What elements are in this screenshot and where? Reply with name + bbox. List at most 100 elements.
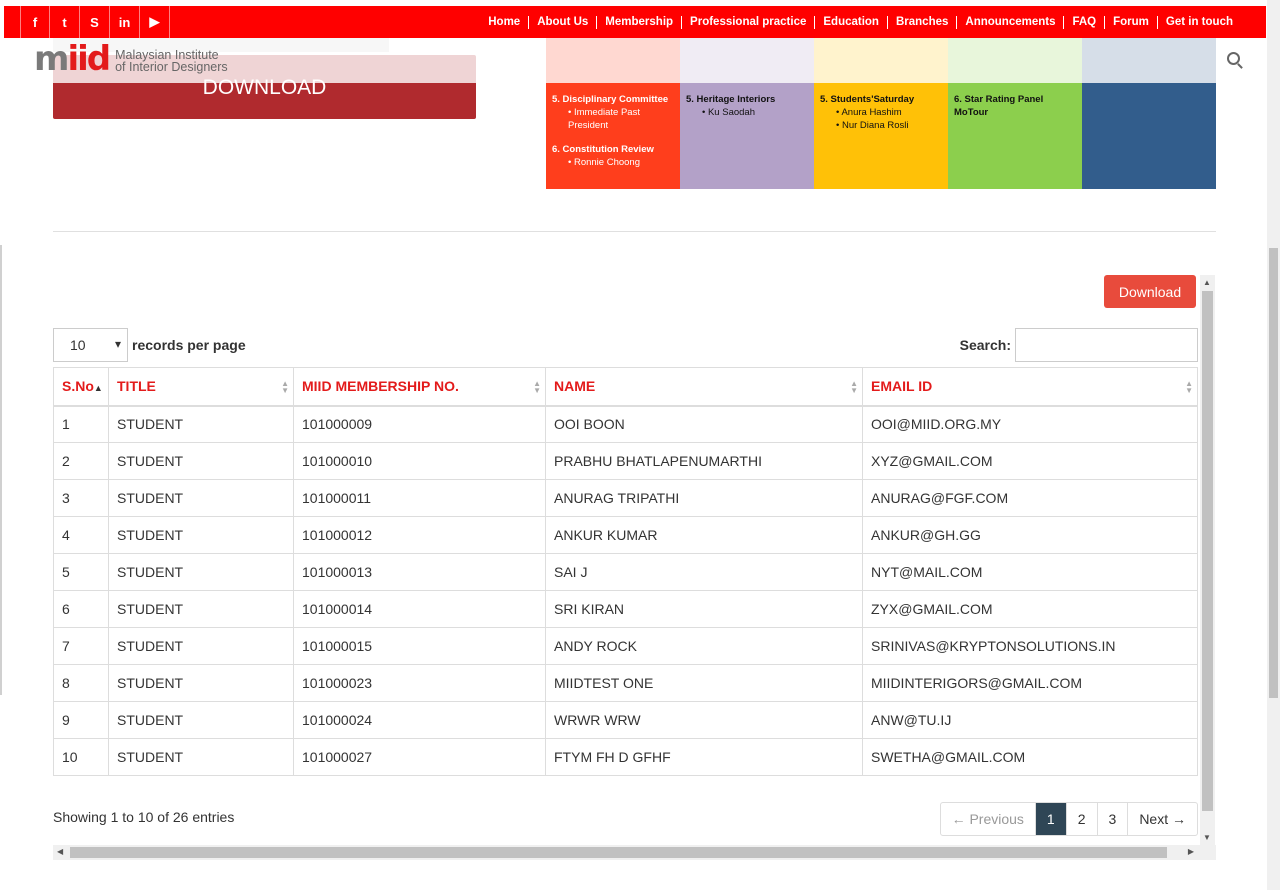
committee-heading: 5. Heritage Interiors [686,94,776,105]
section-divider [53,231,1216,232]
table-cell: 2 [53,442,109,480]
table-cell: 4 [53,516,109,554]
committee-heading: 6. Star Rating Panel MoTour [954,94,1044,118]
table-cell: ANKUR KUMAR [545,516,863,554]
facebook-icon[interactable]: f [20,6,50,38]
table-cell: 101000027 [293,738,546,776]
table-cell: 10 [53,738,109,776]
committee-heading: 6. Constitution Review [552,144,654,155]
page-edge [0,245,2,695]
page-button-1[interactable]: 1 [1034,803,1066,835]
page-button-3[interactable]: 3 [1096,803,1128,835]
records-per-page-label: records per page [132,337,246,353]
previous-page-button[interactable]: ← Previous [941,803,1035,835]
table-row: 6 STUDENT 101000014 SRI KIRAN ZYX@GMAIL.COM [53,590,1198,628]
column-header-name[interactable]: NAME ▲ ▼ [545,367,863,407]
sort-asc-icon: ▲ [93,383,103,394]
committee-heading: 5. Disciplinary Committee [552,94,669,105]
twitter-icon[interactable]: t [50,6,80,38]
search-input[interactable] [1015,328,1198,362]
sort-icon: ▲ ▼ [533,379,541,395]
nav-item-about-us[interactable]: About Us [528,15,596,29]
table-cell: PRABHU BHATLAPENUMARTHI [545,442,863,480]
table-cell: ANURAG@FGF.COM [862,479,1198,517]
nav-item-professional-practice[interactable]: Professional practice [681,15,814,29]
committee-member: Ronnie Choong [552,156,672,169]
logo-mark: miid [34,39,111,79]
site-header: miid Malaysian Institute of Interior Des… [4,38,1266,83]
table-cell: STUDENT [108,701,294,739]
table-row: 4 STUDENT 101000012 ANKUR KUMAR ANKUR@GH.GG [53,516,1198,554]
search-label: Search: [959,337,1011,353]
table-cell: 101000009 [293,405,546,443]
page-button-2[interactable]: 2 [1065,803,1097,835]
table-cell: SWETHA@GMAIL.COM [862,738,1198,776]
nav-item-faq[interactable]: FAQ [1063,15,1104,29]
scroll-down-icon[interactable]: ▼ [1203,833,1211,842]
table-cell: 9 [53,701,109,739]
nav-item-forum[interactable]: Forum [1104,15,1157,29]
next-page-button[interactable]: Next → [1127,803,1197,835]
table-cell: 101000024 [293,701,546,739]
column-header-title[interactable]: TITLE ▲ ▼ [108,367,294,407]
table-cell: STUDENT [108,442,294,480]
table-cell: 3 [53,479,109,517]
top-bar: f t Sin ▶ Home About Us Membership Professiona… [4,6,1266,38]
page-scrollbar-thumb[interactable] [1269,248,1278,698]
table-cell: 1 [53,405,109,443]
table-row: 9 STUDENT 101000024 WRWR WRW ANW@TU.IJ [53,701,1198,739]
sort-icon: ▲ ▼ [850,379,858,395]
nav-item-home[interactable]: Home [480,16,528,29]
download-button[interactable]: Download [1104,275,1196,308]
scrollbar-thumb[interactable] [1202,291,1213,811]
column-header-email[interactable]: EMAIL ID ▲ ▼ [862,367,1198,407]
column-header-membership-no[interactable]: MIID MEMBERSHIP NO. ▲ ▼ [293,367,546,407]
table-row: 3 STUDENT 101000011 ANURAG TRIPATHI ANURAG@F… [53,479,1198,517]
table-cell: 8 [53,664,109,702]
table-row: 1 STUDENT 101000009 OOI BOON OOI@MIID.ORG.MY [53,405,1198,443]
skype-icon[interactable]: S [80,6,110,38]
nav-item-membership[interactable]: Membership [596,15,681,29]
table-vertical-scrollbar[interactable]: ▲ ▼ [1200,275,1215,845]
table-cell: ANKUR@GH.GG [862,516,1198,554]
page-scrollbar[interactable] [1267,0,1280,890]
records-per-page: 10 records per page [53,328,246,362]
nav-item-education[interactable]: Education [814,15,887,29]
social-links: f t Sin ▶ [4,6,170,38]
scroll-right-icon[interactable]: ▶ [1188,847,1194,856]
table-horizontal-scrollbar[interactable]: ◀ ▶ [53,845,1216,860]
table-cell: STUDENT [108,479,294,517]
column-header-sno[interactable]: S.No▲ [53,367,109,407]
site-logo[interactable]: miid Malaysian Institute of Interior Des… [34,39,228,79]
table-cell: 101000010 [293,442,546,480]
table-row: 7 STUDENT 101000015 ANDY ROCK SRINIVAS@KRYPT… [53,627,1198,665]
table-cell: 101000012 [293,516,546,554]
table-cell: NYT@MAIL.COM [862,553,1198,591]
linkedin-icon[interactable]: in [110,6,140,38]
nav-item-announcements[interactable]: Announcements [956,15,1063,29]
members-table: S.No▲ TITLE ▲ ▼ MIID MEMBERSHIP NO. ▲ ▼ NAME… [53,367,1198,776]
table-cell: STUDENT [108,405,294,443]
table-cell: ZYX@GMAIL.COM [862,590,1198,628]
search-icon[interactable] [1227,52,1240,65]
committee-member: Immediate Past President [552,106,672,132]
table-cell: 7 [53,627,109,665]
nav-item-branches[interactable]: Branches [886,15,956,29]
scroll-left-icon[interactable]: ◀ [57,847,63,856]
table-cell: OOI BOON [545,405,863,443]
committee-member: Nur Diana Rosli [820,119,940,132]
table-cell: OOI@MIID.ORG.MY [862,405,1198,443]
table-info: Showing 1 to 10 of 26 entries [53,809,235,825]
table-cell: MIIDINTERIGORS@GMAIL.COM [862,664,1198,702]
table-row: 10 STUDENT 101000027 FTYM FH D GFHF SWETHA@G… [53,738,1198,776]
table-cell: STUDENT [108,590,294,628]
sort-icon: ▲ ▼ [1185,379,1193,395]
records-per-page-select[interactable]: 10 [53,328,128,362]
youtube-icon[interactable]: ▶ [140,6,170,38]
table-row: 8 STUDENT 101000023 MIIDTEST ONE MIIDINTERIG… [53,664,1198,702]
table-cell: STUDENT [108,516,294,554]
scroll-up-icon[interactable]: ▲ [1203,278,1211,287]
scrollbar-thumb[interactable] [70,847,1167,858]
nav-item-get-in-touch[interactable]: Get in touch [1156,15,1241,29]
logo-text: Malaysian Institute of Interior Designer… [115,49,228,74]
